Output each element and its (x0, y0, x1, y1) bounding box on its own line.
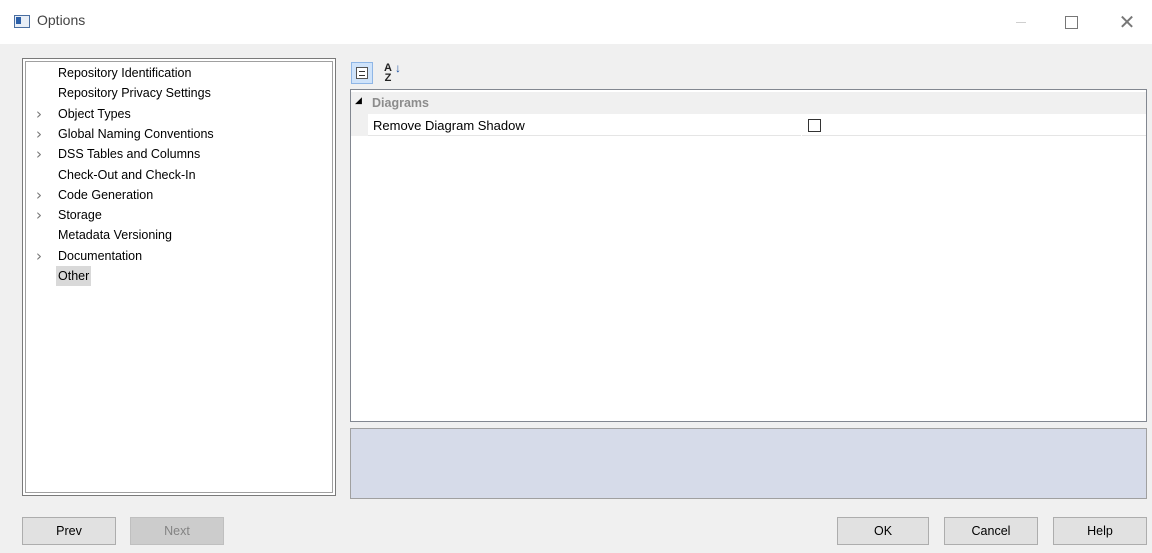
tree-item-label: Check-Out and Check-In (58, 167, 196, 182)
tree-item[interactable]: › Object Types (26, 104, 332, 124)
property-name: Remove Diagram Shadow (373, 118, 525, 133)
category-row-diagrams[interactable]: ◢ Diagrams (351, 92, 1146, 114)
cancel-button[interactable]: Cancel (944, 517, 1038, 545)
expand-chevron-icon[interactable]: › (36, 144, 48, 164)
expand-chevron-icon[interactable]: › (36, 205, 48, 225)
property-row[interactable]: Remove Diagram Shadow (351, 114, 1146, 136)
categorized-view-button[interactable] (351, 62, 373, 84)
expand-chevron-icon[interactable]: › (36, 185, 48, 205)
tree-item-label: DSS Tables and Columns (58, 147, 201, 162)
sort-down-arrow-icon: ↓ (395, 61, 402, 75)
minimize-button[interactable] (998, 0, 1044, 44)
options-app-icon (14, 15, 30, 28)
collapse-triangle-icon[interactable]: ◢ (355, 96, 362, 106)
tree-item-label: Code Generation (58, 187, 154, 202)
alphabetical-sort-button[interactable]: A Z ↓ (377, 62, 401, 84)
property-divider (801, 114, 802, 136)
tree-item[interactable]: Metadata Versioning (26, 225, 332, 245)
property-grid[interactable]: ◢ Diagrams Remove Diagram Shadow (350, 89, 1147, 422)
minimize-icon (1016, 21, 1026, 23)
tree-item[interactable]: › Documentation (26, 246, 332, 266)
property-gutter (351, 114, 368, 136)
tree-item-label: Storage (58, 208, 102, 223)
tree-item-label: Global Naming Conventions (58, 126, 214, 141)
category-label: Diagrams (372, 96, 429, 110)
maximize-button[interactable] (1048, 0, 1094, 44)
tree-item-label: Other (56, 266, 92, 286)
options-tree[interactable]: Repository Identification Repository Priv… (22, 58, 336, 496)
window-title: Options (37, 12, 86, 28)
title-bar: Options ✕ (0, 0, 1152, 44)
tree-item[interactable]: Other (26, 266, 332, 286)
remove-diagram-shadow-checkbox[interactable] (808, 119, 821, 132)
tree-item[interactable]: › Code Generation (26, 185, 332, 205)
close-button[interactable]: ✕ (1104, 0, 1150, 44)
help-button[interactable]: Help (1053, 517, 1147, 545)
expand-chevron-icon[interactable]: › (36, 124, 48, 144)
ok-button[interactable]: OK (837, 517, 929, 545)
sort-glyph-z: Z (384, 72, 392, 84)
close-icon: ✕ (1118, 10, 1136, 34)
expand-chevron-icon[interactable]: › (36, 104, 48, 124)
prev-button[interactable]: Prev (22, 517, 116, 545)
tree-item-label: Documentation (58, 248, 143, 263)
categorized-view-icon (356, 67, 368, 79)
tree-item-label: Repository Identification (58, 66, 192, 80)
tree-item-label: Repository Privacy Settings (58, 86, 211, 101)
expand-chevron-icon[interactable]: › (36, 246, 48, 266)
tree-item[interactable]: Check-Out and Check-In (26, 165, 332, 185)
tree-item[interactable]: Repository Privacy Settings (26, 83, 332, 103)
description-panel (350, 428, 1147, 499)
tree-item[interactable]: › DSS Tables and Columns (26, 144, 332, 164)
tree-item[interactable]: › Storage (26, 205, 332, 225)
tree-item-label: Metadata Versioning (58, 228, 172, 243)
tree-item[interactable]: Repository Identification (26, 63, 332, 83)
sort-alphabetical-icon: A Z ↓ (384, 62, 401, 84)
tree-item[interactable]: › Global Naming Conventions (26, 124, 332, 144)
maximize-icon (1064, 15, 1078, 29)
next-button[interactable]: Next (130, 517, 224, 545)
tree-item-label: Object Types (58, 106, 131, 121)
options-tree-list: Repository Identification Repository Priv… (25, 61, 333, 493)
